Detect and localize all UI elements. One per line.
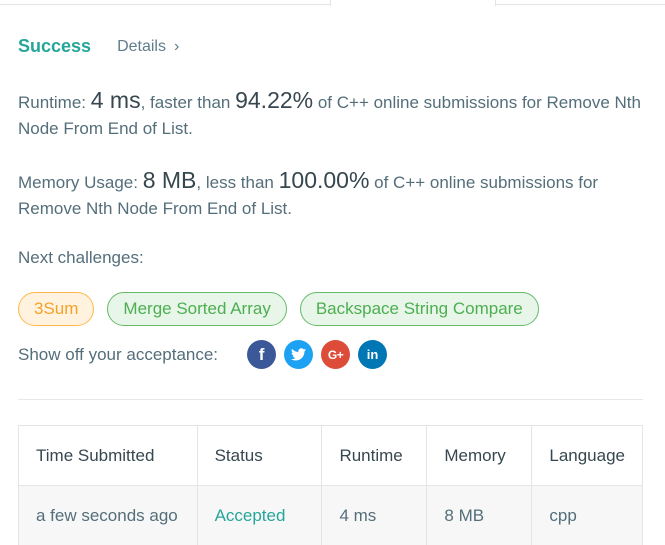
runtime-label: Runtime: bbox=[18, 93, 91, 112]
runtime-value: 4 ms bbox=[90, 87, 141, 113]
tab-border-right bbox=[496, 4, 665, 5]
memory-label: Memory Usage: bbox=[18, 173, 143, 192]
cell-language: cpp bbox=[531, 485, 643, 545]
top-tab-bar bbox=[0, 0, 665, 6]
cell-status-link[interactable]: Accepted bbox=[196, 485, 323, 545]
memory-percent: 100.00% bbox=[278, 167, 370, 193]
cell-runtime: 4 ms bbox=[321, 485, 428, 545]
challenge-backspace-string-compare[interactable]: Backspace String Compare bbox=[299, 292, 539, 326]
memory-stat: Memory Usage: 8 MB, less than 100.00% of… bbox=[18, 167, 648, 222]
google-plus-icon[interactable]: G+ bbox=[321, 340, 351, 369]
twitter-icon[interactable] bbox=[284, 340, 314, 369]
table-row[interactable]: a few seconds ago Accepted 4 ms 8 MB cpp bbox=[18, 485, 643, 545]
header-language: Language bbox=[531, 425, 643, 486]
challenge-merge-sorted-array[interactable]: Merge Sorted Array bbox=[107, 292, 287, 326]
header-runtime: Runtime bbox=[321, 425, 428, 486]
cell-memory: 8 MB bbox=[426, 485, 533, 545]
challenge-3sum[interactable]: 3Sum bbox=[18, 292, 95, 326]
header-memory: Memory bbox=[426, 425, 533, 486]
runtime-stat: Runtime: 4 ms, faster than 94.22% of C++… bbox=[18, 87, 648, 142]
twitter-bird-glyph bbox=[291, 348, 307, 361]
share-row: Show off your acceptance: f G+ in bbox=[18, 340, 388, 369]
next-challenges-list: 3Sum Merge Sorted Array Backspace String… bbox=[18, 292, 539, 326]
cell-time-submitted: a few seconds ago bbox=[18, 485, 198, 545]
divider bbox=[18, 399, 643, 400]
details-link[interactable]: Details › bbox=[117, 38, 179, 56]
active-tab[interactable] bbox=[330, 0, 496, 6]
share-icons: f G+ in bbox=[247, 340, 388, 369]
tab-border-left bbox=[0, 4, 330, 5]
facebook-icon[interactable]: f bbox=[247, 340, 277, 369]
memory-value: 8 MB bbox=[142, 167, 197, 193]
result-header: Success Details › bbox=[18, 36, 179, 57]
share-label: Show off your acceptance: bbox=[18, 344, 219, 364]
submissions-table: Time Submitted Status Runtime Memory Lan… bbox=[18, 425, 643, 545]
header-status: Status bbox=[196, 425, 323, 486]
success-status: Success bbox=[18, 36, 92, 56]
details-label: Details bbox=[117, 37, 166, 55]
linkedin-icon[interactable]: in bbox=[358, 340, 388, 369]
next-challenges-label: Next challenges: bbox=[18, 248, 144, 267]
table-header-row: Time Submitted Status Runtime Memory Lan… bbox=[18, 425, 643, 486]
runtime-mid: , faster than bbox=[140, 93, 236, 112]
header-time-submitted: Time Submitted bbox=[18, 425, 198, 486]
memory-mid: , less than bbox=[196, 173, 279, 192]
chevron-right-icon: › bbox=[173, 37, 180, 55]
runtime-percent: 94.22% bbox=[235, 87, 314, 113]
